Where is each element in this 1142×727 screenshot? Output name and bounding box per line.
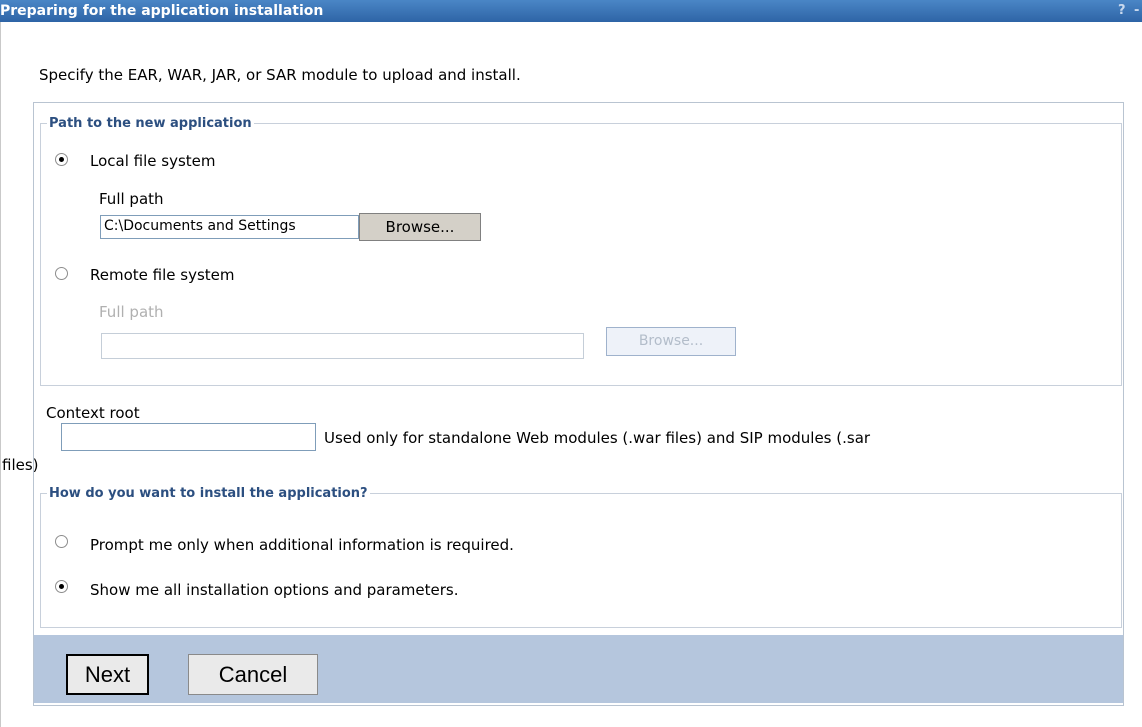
prompt-only-label: Prompt me only when additional informati… <box>90 536 514 554</box>
remote-file-system-label: Remote file system <box>90 266 235 284</box>
local-file-system-label: Local file system <box>90 152 216 170</box>
page-title: Preparing for the application installati… <box>0 3 324 19</box>
context-root-help: Used only for standalone Web modules (.w… <box>324 429 871 447</box>
context-root-help-cont: files) <box>2 456 39 474</box>
local-browse-button[interactable]: Browse... <box>359 213 481 241</box>
left-border <box>0 22 1 727</box>
cancel-button[interactable]: Cancel <box>188 654 318 695</box>
remote-browse-button[interactable]: Browse... <box>606 327 736 356</box>
context-root-input[interactable] <box>61 423 316 451</box>
remote-full-path-label: Full path <box>99 303 164 321</box>
show-all-options-radio[interactable] <box>55 580 68 593</box>
local-full-path-label: Full path <box>99 190 164 208</box>
help-icon[interactable]: ? <box>1118 0 1126 22</box>
instruction-text: Specify the EAR, WAR, JAR, or SAR module… <box>39 66 521 84</box>
local-file-system-radio[interactable] <box>55 153 68 166</box>
local-full-path-input[interactable]: C:\Documents and Settings <box>100 215 359 239</box>
prompt-only-radio[interactable] <box>55 535 68 548</box>
remote-file-system-radio[interactable] <box>55 267 68 280</box>
install-legend: How do you want to install the applicati… <box>49 486 368 501</box>
remote-full-path-input[interactable] <box>101 333 584 359</box>
show-all-options-label: Show me all installation options and par… <box>90 581 459 599</box>
next-button[interactable]: Next <box>66 654 149 695</box>
minimize-icon[interactable]: - <box>1134 0 1139 22</box>
path-legend: Path to the new application <box>49 116 252 131</box>
context-root-label: Context root <box>46 404 140 422</box>
install-fieldset: How do you want to install the applicati… <box>40 486 1122 628</box>
title-bar: Preparing for the application installati… <box>0 0 1142 22</box>
